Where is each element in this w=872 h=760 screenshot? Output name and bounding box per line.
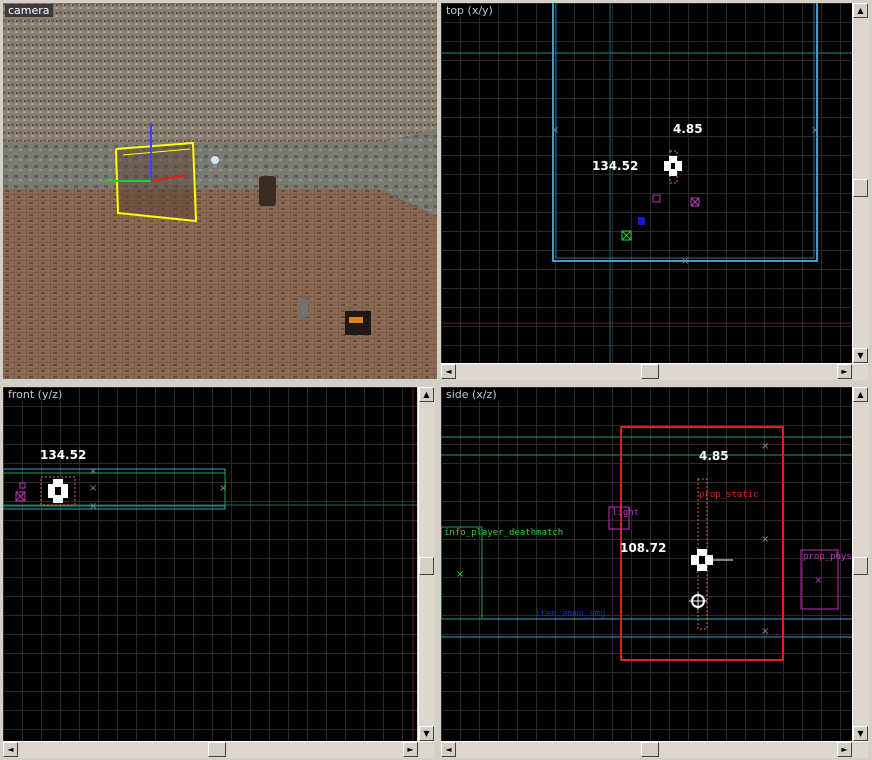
side-view-hscrollbar[interactable]: ◄ ► [441, 741, 868, 758]
svg-text:×: × [761, 534, 769, 545]
scroll-down-button[interactable]: ▼ [853, 726, 868, 741]
front-view-hscrollbar[interactable]: ◄ ► [3, 741, 434, 758]
scroll-left-button[interactable]: ◄ [441, 364, 456, 379]
svg-text:×: × [89, 501, 97, 512]
camera-viewport[interactable]: camera [3, 3, 437, 379]
side-view-geometry: × × × × × [441, 426, 852, 661]
scroll-thumb[interactable] [853, 557, 868, 575]
scroll-thumb[interactable] [419, 557, 434, 575]
top-view-hscrollbar[interactable]: ◄ ► [441, 363, 868, 380]
svg-text:×: × [89, 483, 97, 494]
svg-text:×: × [681, 256, 689, 267]
entity-label-prop-static[interactable]: prop_static [699, 490, 759, 500]
viewport-label-camera: camera [5, 4, 53, 17]
scroll-thumb[interactable] [641, 364, 659, 379]
size-readout-y: 134.52 [40, 448, 87, 462]
scroll-left-button[interactable]: ◄ [3, 742, 18, 757]
scroll-down-button[interactable]: ▼ [419, 726, 434, 741]
scroll-thumb[interactable] [641, 742, 659, 757]
svg-text:×: × [551, 125, 559, 136]
svg-text:×: × [456, 569, 464, 580]
side-view-vscrollbar[interactable]: ▲ ▼ [852, 387, 869, 741]
svg-text:×: × [761, 441, 769, 452]
svg-text:×: × [814, 575, 822, 586]
viewport-label-side: side (x/z) [443, 388, 500, 401]
side-viewport[interactable]: × × × × × side (x/z) 4.85 108.72 prop_st… [441, 387, 852, 741]
camera-render [3, 3, 437, 379]
scroll-right-button[interactable]: ► [403, 742, 418, 757]
size-readout-x: 4.85 [673, 122, 703, 136]
svg-text:×: × [811, 125, 819, 136]
entity-label-light[interactable]: light [612, 508, 639, 518]
scroll-down-button[interactable]: ▼ [853, 348, 868, 363]
scroll-up-button[interactable]: ▲ [853, 3, 868, 18]
top-view-geometry: × × × [441, 3, 852, 363]
scroll-thumb[interactable] [208, 742, 226, 757]
front-view-geometry: × × × × [3, 387, 417, 741]
scroll-thumb[interactable] [853, 179, 868, 197]
svg-text:×: × [761, 626, 769, 637]
top-viewport[interactable]: × × × top (x/y) 4.85 134.52 [441, 3, 852, 363]
entity-label-prop-physics[interactable]: prop_phys [803, 552, 852, 562]
entity-label-info-player-deathmatch[interactable]: info_player_deathmatch [444, 528, 563, 538]
front-viewport[interactable]: × × × × front (y/z) 134.52 [3, 387, 417, 741]
front-view-vscrollbar[interactable]: ▲ ▼ [418, 387, 435, 741]
svg-text:×: × [219, 483, 227, 494]
svg-text:×: × [89, 466, 97, 477]
scroll-up-button[interactable]: ▲ [853, 387, 868, 402]
viewport-label-top: top (x/y) [443, 4, 496, 17]
size-readout-x: 4.85 [699, 449, 729, 463]
scroll-right-button[interactable]: ► [837, 742, 852, 757]
scroll-right-button[interactable]: ► [837, 364, 852, 379]
size-readout-z: 108.72 [620, 541, 667, 555]
scroll-up-button[interactable]: ▲ [419, 387, 434, 402]
size-readout-y: 134.52 [592, 159, 639, 173]
viewport-label-front: front (y/z) [5, 388, 66, 401]
top-view-vscrollbar[interactable]: ▲ ▼ [852, 3, 869, 363]
entity-label-blue[interactable]: item_ammo_smg [535, 609, 605, 619]
scroll-left-button[interactable]: ◄ [441, 742, 456, 757]
